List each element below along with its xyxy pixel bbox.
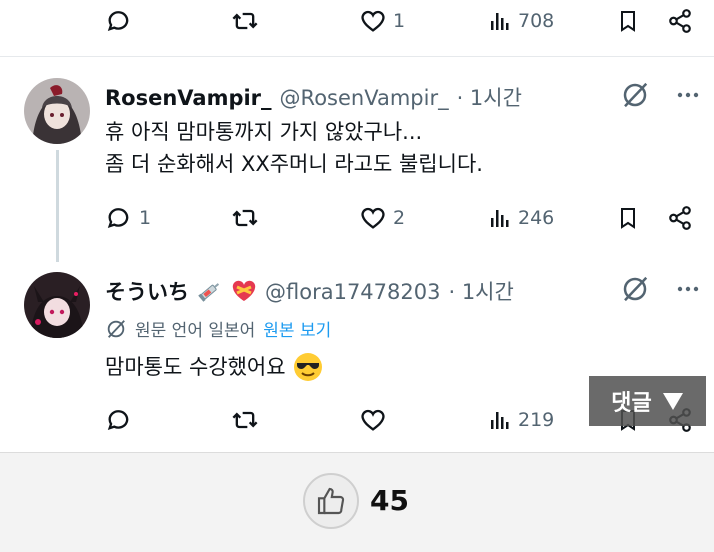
heart-icon [361,207,385,229]
reply-button[interactable] [105,402,133,438]
views-button[interactable]: 219 [488,402,554,438]
avatar[interactable] [24,78,90,144]
tweet-time[interactable]: · 1시간 [448,276,513,306]
reply-icon [107,208,129,228]
bookmark-icon [621,11,635,32]
tweet-top-icons [620,80,700,110]
reply-button[interactable] [105,3,133,39]
view-count: 219 [518,409,555,431]
comment-button-label: 댓글 [611,391,652,416]
like-button[interactable] [359,402,387,438]
tweet-actions: 1 708 [0,3,714,39]
like-count: 1 [393,10,406,32]
heart-icon [361,10,385,32]
share-button[interactable] [667,3,693,39]
more-options-icon[interactable] [676,83,700,107]
thumbs-up-button[interactable] [303,473,359,529]
translate-icon [107,319,125,338]
bookmark-button[interactable] [616,3,640,39]
retweet-button[interactable] [230,3,260,39]
share-icon [669,206,691,230]
syringe-icon [198,283,220,302]
grok-icon[interactable] [620,274,650,304]
grok-icon[interactable] [620,80,650,110]
bookmark-button[interactable] [616,200,640,236]
user-handle[interactable]: @flora17478203 [265,280,440,304]
reply-button[interactable]: 1 [105,200,151,236]
display-name[interactable]: そういち [105,276,189,306]
thumbs-up-icon [317,487,345,515]
display-name[interactable]: RosenVampir_ [105,86,272,110]
user-handle[interactable]: @RosenVampir_ [280,86,449,110]
reply-count: 1 [139,207,152,229]
tweet-text-line: 맘마통도 수강했어요 [105,355,286,379]
views-icon [491,210,509,227]
like-button[interactable]: 1 [359,3,405,39]
sunglasses-face-icon [293,353,322,381]
comment-toggle-button[interactable]: 댓글 [589,376,706,426]
reply-icon [107,410,129,430]
heart-ribbon-icon [232,280,256,301]
tweet-top-icons [620,274,700,304]
views-button[interactable]: 708 [488,3,554,39]
views-button[interactable]: 246 [488,200,554,236]
tweet-text-line: 좀 더 순화해서 XX주머니 라고도 불립니다. [105,152,483,176]
like-count: 2 [393,207,406,229]
retweet-icon [232,12,258,30]
share-button[interactable] [667,200,693,236]
tweet-header: そういち @flora17478203 · 1시간 [105,276,514,306]
views-icon [491,412,509,429]
tweet-divider [0,56,714,57]
tweet-text: 맘마통도 수강했어요 [105,351,324,383]
avatar[interactable] [24,272,90,338]
share-icon [669,9,691,33]
like-total: 45 [370,484,409,517]
view-count: 246 [518,207,555,229]
retweet-icon [232,209,258,227]
tweet-text-line: 휴 아직 맘마통까지 가지 않았구나... [105,120,423,144]
retweet-icon [232,411,258,429]
tweet-text: 휴 아직 맘마통까지 가지 않았구나... 좀 더 순화해서 XX주머니 라고도… [105,116,483,180]
view-count: 708 [518,10,555,32]
retweet-button[interactable] [230,200,260,236]
avatar-image [24,272,90,338]
reply-icon [107,11,129,31]
translation-row: 원문 언어 일본어 원본 보기 [105,316,331,341]
retweet-button[interactable] [230,402,260,438]
bookmark-icon [621,208,635,229]
heart-icon [361,409,385,431]
show-original-link[interactable]: 원본 보기 [263,316,331,341]
translation-label: 원문 언어 일본어 [135,321,256,341]
tweet-time[interactable]: · 1시간 [457,82,522,112]
views-icon [491,13,509,30]
avatar-image [24,78,90,144]
tweet-actions: 1 2 246 [0,200,714,236]
triangle-down-icon [662,393,683,410]
tweet-header: RosenVampir_ @RosenVampir_ · 1시간 [105,82,522,112]
like-button[interactable]: 2 [359,200,405,236]
more-options-icon[interactable] [676,277,700,301]
